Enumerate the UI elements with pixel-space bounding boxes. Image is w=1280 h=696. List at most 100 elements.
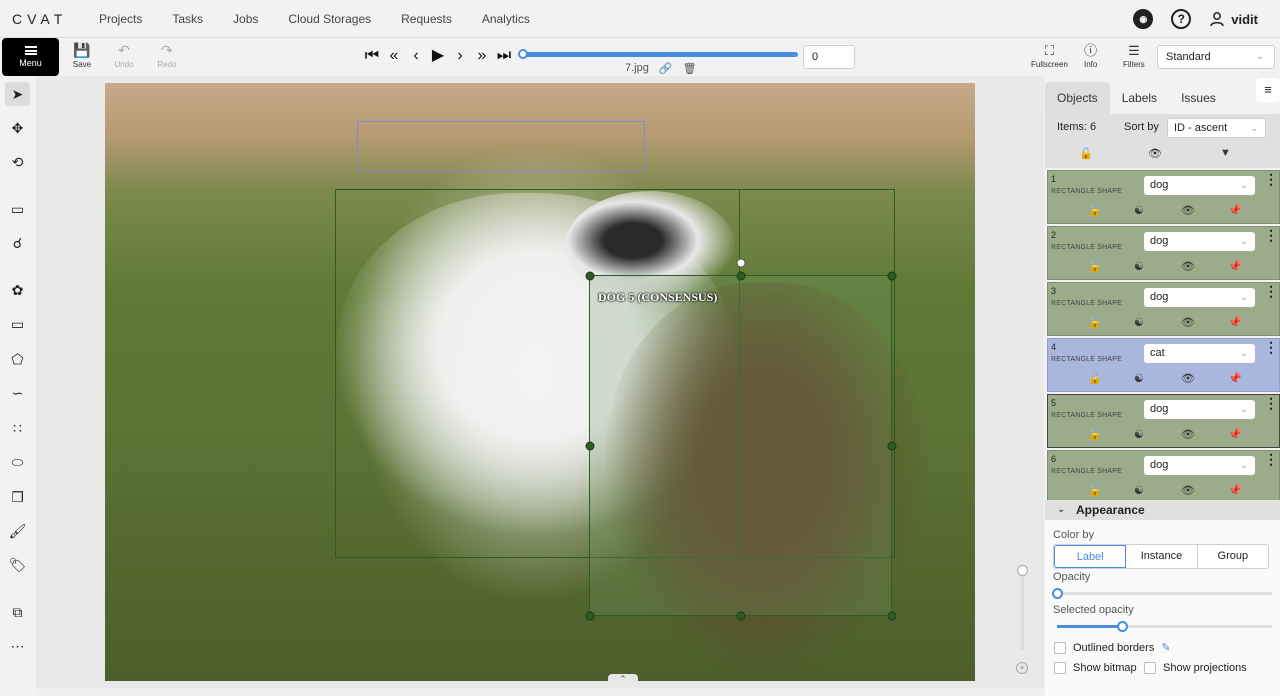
first-frame-icon[interactable]: ⏮: [363, 48, 381, 64]
color-by-label-option[interactable]: Label: [1054, 545, 1127, 568]
delete-frame-icon[interactable]: 🗑: [683, 62, 697, 75]
last-frame-icon[interactable]: ⏭: [495, 48, 513, 64]
selected-opacity-slider[interactable]: [1057, 621, 1272, 632]
resize-handle[interactable]: [585, 611, 595, 621]
save-button[interactable]: 💾 Save: [62, 42, 102, 69]
object-item[interactable]: 4 RECTANGLE SHAPE cat ⌄ ⋮ 🔓 ☯ 👁 📌: [1047, 338, 1280, 392]
nav-analytics[interactable]: Analytics: [482, 12, 530, 26]
object-item[interactable]: 1 RECTANGLE SHAPE dog ⌄ ⋮ 🔓 ☯ 👁 📌: [1047, 170, 1280, 224]
draw-polygon-icon[interactable]: ⬠: [5, 347, 30, 371]
pin-icon[interactable]: 📌: [1228, 372, 1242, 385]
draw-cuboid-icon[interactable]: ❐: [5, 485, 30, 509]
more-options-icon[interactable]: ⋮: [1264, 284, 1278, 298]
eye-icon[interactable]: 👁: [1181, 484, 1195, 497]
eye-all-icon[interactable]: 👁: [1148, 147, 1162, 160]
frame-slider[interactable]: [518, 49, 798, 59]
resize-handle[interactable]: [585, 271, 595, 281]
brush-icon[interactable]: 🖌: [5, 519, 30, 543]
occluded-icon[interactable]: ☯: [1134, 316, 1144, 329]
user-menu[interactable]: vidit: [1209, 11, 1258, 27]
zoom-slider[interactable]: [1021, 570, 1024, 650]
lock-icon[interactable]: 🔓: [1088, 316, 1102, 329]
expand-all-icon[interactable]: ▼: [1220, 147, 1231, 159]
show-bitmap-checkbox[interactable]: Show bitmap: [1054, 662, 1137, 674]
occluded-icon[interactable]: ☯: [1134, 428, 1144, 441]
resize-handle[interactable]: [585, 441, 595, 451]
undo-button[interactable]: ↶ Undo: [104, 42, 144, 69]
canvas-area[interactable]: DOG 5 (CONSENSUS) ⌃ +: [36, 76, 1044, 688]
object-item[interactable]: 2 RECTANGLE SHAPE dog ⌄ ⋮ 🔓 ☯ 👁 📌: [1047, 226, 1280, 280]
nav-tasks[interactable]: Tasks: [172, 12, 203, 26]
fit-image-icon[interactable]: ▭: [5, 197, 30, 221]
pin-icon[interactable]: 📌: [1228, 428, 1242, 441]
label-select[interactable]: dog ⌄: [1144, 176, 1255, 195]
selected-bounding-box[interactable]: [589, 275, 892, 616]
opacity-slider[interactable]: [1052, 588, 1272, 599]
more-options-icon[interactable]: ⋮: [1264, 228, 1278, 242]
cat-bounding-box[interactable]: [357, 121, 645, 171]
draw-rectangle-icon[interactable]: ▭: [5, 312, 30, 336]
back-step-icon[interactable]: «: [385, 48, 403, 64]
checkbox-box[interactable]: [1054, 662, 1066, 674]
lock-icon[interactable]: 🔓: [1088, 372, 1102, 385]
annotation-image[interactable]: DOG 5 (CONSENSUS) ⌃: [105, 83, 975, 681]
lock-all-icon[interactable]: 🔓: [1079, 147, 1093, 160]
chevron-up-icon[interactable]: ⌃: [608, 674, 638, 681]
color-picker-icon[interactable]: ✎: [1161, 641, 1170, 654]
frame-number-input[interactable]: 0: [803, 45, 855, 69]
rotation-handle[interactable]: [736, 258, 746, 268]
next-frame-icon[interactable]: ›: [451, 48, 469, 64]
question-circle-icon[interactable]: ?: [1171, 9, 1192, 29]
resize-handle[interactable]: [736, 271, 746, 281]
ai-tools-icon[interactable]: ✿: [5, 278, 30, 302]
rotate-icon[interactable]: ⟲: [5, 150, 30, 174]
more-options-icon[interactable]: ⋮: [1264, 340, 1278, 354]
cursor-icon[interactable]: ➤: [5, 82, 30, 106]
more-tools-icon[interactable]: ⋯: [5, 634, 30, 658]
workspace-select[interactable]: Standard ⌄: [1157, 45, 1275, 69]
nav-jobs[interactable]: Jobs: [233, 12, 258, 26]
forward-step-icon[interactable]: »: [473, 48, 491, 64]
label-select[interactable]: dog ⌄: [1144, 288, 1255, 307]
sort-select[interactable]: ID - ascent ⌄: [1167, 118, 1266, 138]
occluded-icon[interactable]: ☯: [1134, 204, 1144, 217]
resize-handle[interactable]: [887, 611, 897, 621]
occluded-icon[interactable]: ☯: [1134, 372, 1144, 385]
nav-cloud-storages[interactable]: Cloud Storages: [288, 12, 371, 26]
opacity-slider-handle[interactable]: [1052, 588, 1063, 599]
checkbox-box[interactable]: [1054, 641, 1066, 654]
pin-icon[interactable]: 📌: [1228, 260, 1242, 273]
github-icon[interactable]: ◉: [1133, 9, 1154, 29]
more-options-icon[interactable]: ⋮: [1264, 396, 1278, 410]
menu-button[interactable]: Menu: [2, 38, 59, 76]
info-button[interactable]: ⓘ Info: [1084, 43, 1097, 69]
label-select[interactable]: cat ⌄: [1144, 344, 1255, 363]
resize-handle[interactable]: [736, 611, 746, 621]
play-icon[interactable]: ▶: [429, 48, 447, 64]
more-options-icon[interactable]: ⋮: [1264, 172, 1278, 186]
tab-objects[interactable]: Objects: [1045, 82, 1110, 114]
eye-icon[interactable]: 👁: [1181, 372, 1195, 385]
copy-link-icon[interactable]: 🔗: [659, 62, 673, 75]
draw-ellipse-icon[interactable]: ⬭: [5, 450, 30, 474]
pin-icon[interactable]: 📌: [1228, 316, 1242, 329]
object-item[interactable]: 3 RECTANGLE SHAPE dog ⌄ ⋮ 🔓 ☯ 👁 📌: [1047, 282, 1280, 336]
object-item[interactable]: 6 RECTANGLE SHAPE dog ⌄ ⋮ 🔓 ☯ 👁 📌: [1047, 450, 1280, 500]
pin-icon[interactable]: 📌: [1228, 204, 1242, 217]
merge-shapes-icon[interactable]: ⧉: [5, 600, 30, 624]
outlined-borders-checkbox[interactable]: Outlined borders ✎: [1054, 641, 1171, 654]
zoom-slider-handle[interactable]: [1017, 565, 1028, 576]
label-select[interactable]: dog ⌄: [1144, 400, 1255, 419]
occluded-icon[interactable]: ☯: [1134, 260, 1144, 273]
color-by-group-option[interactable]: Group: [1198, 545, 1268, 568]
eye-icon[interactable]: 👁: [1181, 316, 1195, 329]
checkbox-box[interactable]: [1144, 662, 1156, 674]
label-select[interactable]: dog ⌄: [1144, 456, 1255, 475]
zoom-in-icon[interactable]: +: [1016, 662, 1028, 674]
more-options-icon[interactable]: ⋮: [1264, 452, 1278, 466]
object-item[interactable]: 5 RECTANGLE SHAPE dog ⌄ ⋮ 🔓 ☯ 👁 📌: [1047, 394, 1280, 448]
tag-icon[interactable]: 🏷: [5, 553, 30, 577]
lock-icon[interactable]: 🔓: [1088, 484, 1102, 497]
selected-opacity-slider-handle[interactable]: [1116, 621, 1128, 632]
nav-requests[interactable]: Requests: [401, 12, 452, 26]
